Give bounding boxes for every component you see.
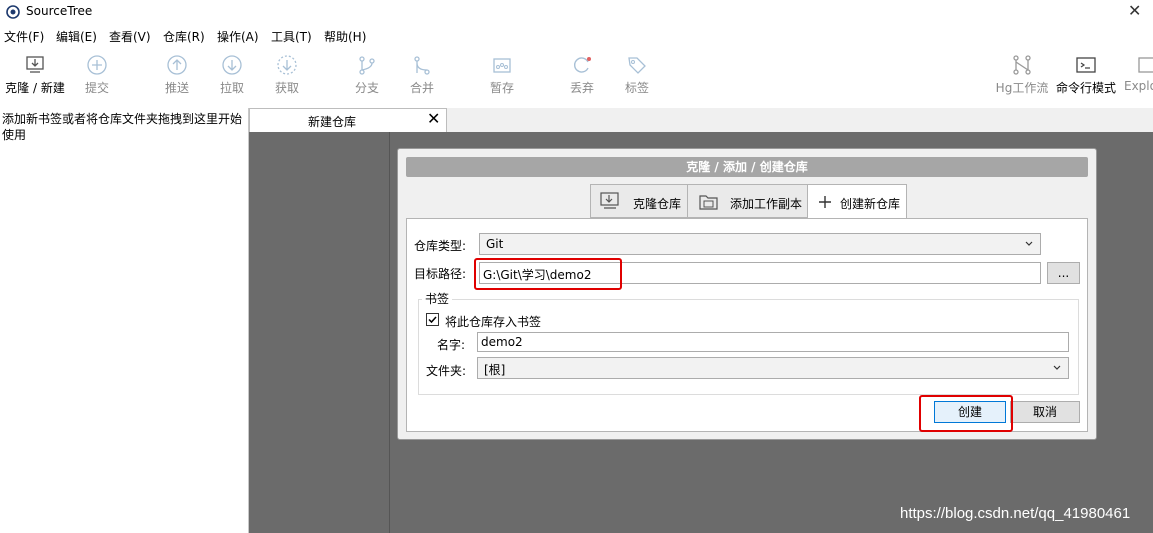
push-button[interactable]: 推送 bbox=[147, 50, 207, 96]
folder-icon bbox=[699, 195, 718, 210]
chevron-down-icon bbox=[1053, 365, 1061, 370]
menu-actions[interactable]: 操作(A) bbox=[217, 28, 259, 45]
menu-file[interactable]: 文件(F) bbox=[4, 28, 44, 45]
sidebar-hint: 添加新书签或者将仓库文件夹拖拽到这里开始使用 bbox=[2, 112, 243, 142]
branch-icon bbox=[359, 56, 375, 75]
hg-flow-button[interactable]: Hg工作流 bbox=[992, 50, 1052, 96]
dest-path-highlight bbox=[474, 258, 622, 290]
menu-tools[interactable]: 工具(T) bbox=[271, 28, 312, 45]
content-divider bbox=[389, 132, 390, 533]
window-close-button[interactable]: ✕ bbox=[1128, 1, 1141, 20]
cancel-button[interactable]: 取消 bbox=[1010, 401, 1080, 423]
dialog-title: 克隆 / 添加 / 创建仓库 bbox=[406, 157, 1088, 177]
plus-circle-icon bbox=[87, 55, 107, 75]
tab-label: 新建仓库 bbox=[308, 115, 357, 129]
clone-icon bbox=[26, 56, 44, 73]
toolbar: 克隆 / 新建 提交 推送 拉取 获取 分支 合并 暂存 丢弃 标签 Hg工作流… bbox=[0, 50, 1153, 106]
window-title: SourceTree bbox=[26, 4, 93, 18]
title-bar: SourceTree ✕ bbox=[0, 0, 1153, 24]
fetch-icon bbox=[277, 55, 297, 75]
merge-button[interactable]: 合并 bbox=[392, 50, 452, 96]
tag-icon bbox=[628, 57, 646, 74]
explorer-button[interactable]: Explo bbox=[1122, 50, 1153, 93]
tab-close-button[interactable]: ✕ bbox=[427, 109, 440, 128]
browse-button[interactable]: ... bbox=[1047, 262, 1080, 284]
explorer-icon bbox=[1138, 57, 1153, 73]
merge-icon bbox=[414, 56, 430, 75]
clone-new-button[interactable]: 克隆 / 新建 bbox=[4, 50, 66, 96]
bookmark-group-title: 书签 bbox=[422, 290, 453, 307]
tab-new-repository[interactable]: 新建仓库 ✕ bbox=[249, 108, 447, 132]
watermark: https://blog.csdn.net/qq_41980461 bbox=[900, 505, 1131, 522]
name-label: 名字: bbox=[437, 338, 466, 352]
bookmark-checkbox[interactable] bbox=[426, 313, 439, 326]
menu-repository[interactable]: 仓库(R) bbox=[163, 28, 205, 45]
flow-icon bbox=[1013, 55, 1031, 75]
pull-button[interactable]: 拉取 bbox=[202, 50, 262, 96]
bookmark-name-input[interactable]: demo2 bbox=[477, 332, 1069, 352]
discard-icon bbox=[573, 57, 591, 73]
menu-help[interactable]: 帮助(H) bbox=[324, 28, 366, 45]
stash-icon bbox=[493, 58, 511, 73]
plus-icon bbox=[819, 196, 831, 208]
arrow-down-circle-icon bbox=[222, 55, 242, 75]
stash-button[interactable]: 暂存 bbox=[472, 50, 532, 96]
clone-icon bbox=[600, 192, 619, 209]
sourcetree-logo-icon bbox=[6, 5, 20, 19]
menu-bar: 文件(F) 编辑(E) 查看(V) 仓库(R) 操作(A) 工具(T) 帮助(H… bbox=[0, 26, 1153, 46]
tab-clone[interactable]: 克隆仓库 bbox=[590, 184, 688, 218]
create-button-highlight bbox=[919, 395, 1013, 432]
repo-type-label: 仓库类型: bbox=[414, 239, 467, 253]
folder-label: 文件夹: bbox=[426, 364, 467, 378]
menu-edit[interactable]: 编辑(E) bbox=[56, 28, 97, 45]
repo-type-select[interactable]: Git bbox=[479, 233, 1041, 255]
menu-view[interactable]: 查看(V) bbox=[109, 28, 151, 45]
fetch-button[interactable]: 获取 bbox=[257, 50, 317, 96]
branch-button[interactable]: 分支 bbox=[337, 50, 397, 96]
checkmark-icon bbox=[428, 316, 437, 324]
tag-button[interactable]: 标签 bbox=[607, 50, 667, 96]
terminal-button[interactable]: 命令行模式 bbox=[1054, 50, 1118, 96]
arrow-up-circle-icon bbox=[167, 55, 187, 75]
bookmark-checkbox-label[interactable]: 将此仓库存入书签 bbox=[445, 313, 541, 330]
tab-add-working-copy[interactable]: 添加工作副本 bbox=[687, 184, 808, 218]
terminal-icon bbox=[1076, 57, 1096, 73]
bookmark-folder-select[interactable]: [根] bbox=[477, 357, 1069, 379]
dest-path-label: 目标路径: bbox=[414, 267, 467, 281]
tab-create-new[interactable]: 创建新仓库 bbox=[807, 184, 907, 220]
discard-button[interactable]: 丢弃 bbox=[552, 50, 612, 96]
bookmarks-sidebar[interactable]: 添加新书签或者将仓库文件夹拖拽到这里开始使用 bbox=[0, 108, 249, 533]
chevron-down-icon bbox=[1025, 241, 1033, 246]
commit-button[interactable]: 提交 bbox=[67, 50, 127, 96]
